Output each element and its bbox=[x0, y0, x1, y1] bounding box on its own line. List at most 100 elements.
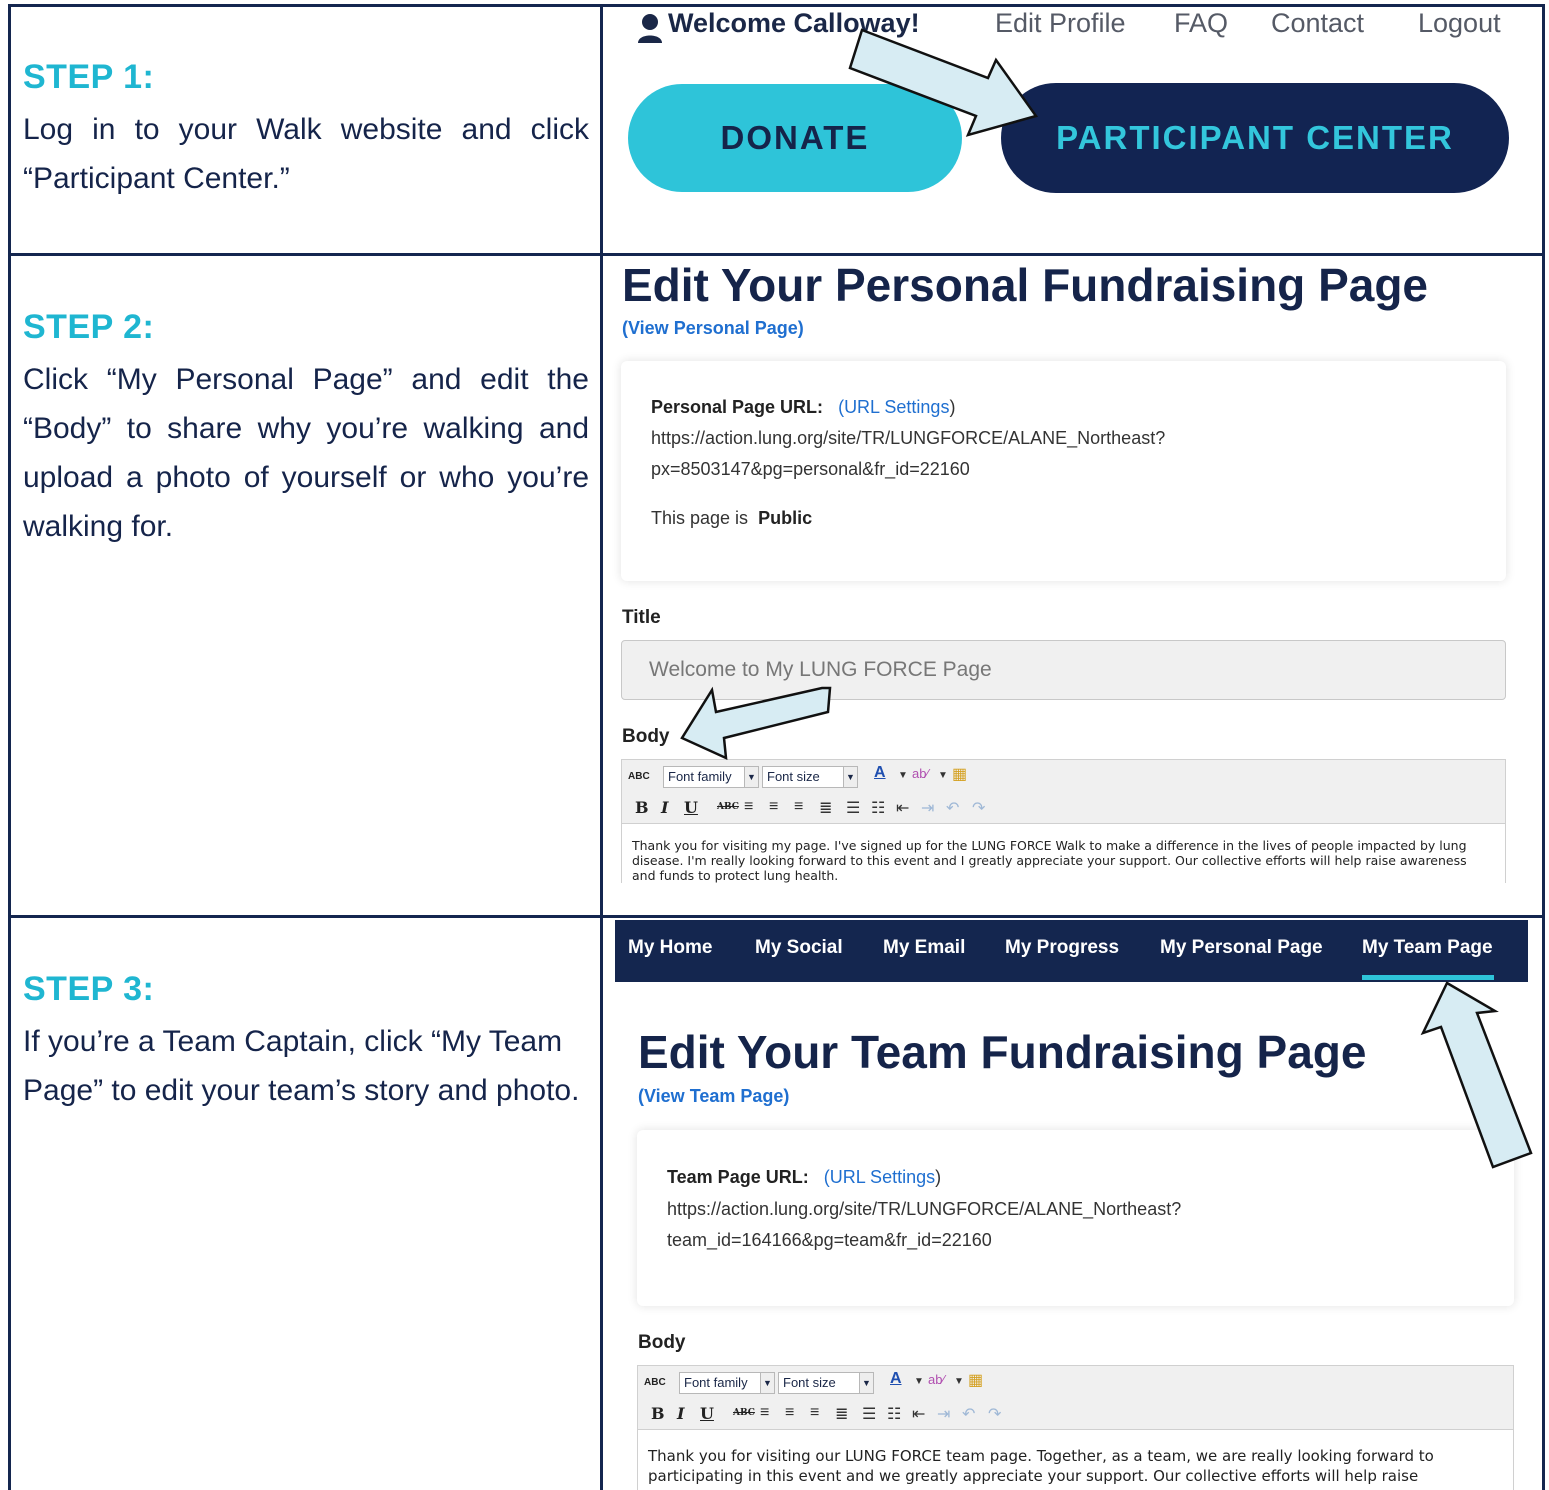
user-icon bbox=[638, 14, 662, 43]
step-3-title: STEP 3: bbox=[23, 970, 155, 1008]
personal-body-editor[interactable]: ABC Font family ▼ Font size ▼ A ▼ ab⁄ ▼ ▦ … bbox=[621, 759, 1506, 883]
outdent-icon[interactable]: ⇤ bbox=[896, 798, 909, 818]
site-top-nav: Welcome Calloway! Edit Profile FAQ Conta… bbox=[636, 8, 1526, 48]
spellcheck-icon[interactable]: ABC bbox=[644, 1377, 666, 1399]
step-1-title: STEP 1: bbox=[23, 58, 155, 96]
step-1: STEP 1: Log in to your Walk website and … bbox=[23, 58, 589, 203]
logout-link[interactable]: Logout bbox=[1418, 8, 1501, 39]
editor-toolbar-row-1: ABC Font family ▼ Font size ▼ A ▼ ab⁄ ▼ ▦ bbox=[638, 1366, 1513, 1400]
chevron-down-icon[interactable]: ▼ bbox=[954, 1376, 964, 1387]
align-left-icon[interactable]: ≡ bbox=[760, 1404, 769, 1422]
number-list-icon[interactable]: ☷ bbox=[871, 798, 885, 818]
font-size-value: Font size bbox=[783, 1375, 836, 1390]
team-url-row: Team Page URL: (URL Settings) bbox=[667, 1167, 941, 1188]
view-team-page-link[interactable]: (View Team Page) bbox=[638, 1086, 789, 1107]
url-settings-paren-close: ) bbox=[949, 397, 956, 417]
column-divider bbox=[600, 4, 603, 1490]
highlight-icon[interactable]: ab⁄ bbox=[928, 1372, 945, 1387]
justify-icon[interactable]: ≣ bbox=[835, 1404, 848, 1424]
undo-icon[interactable]: ↶ bbox=[946, 798, 959, 818]
visibility-row: This page is Public bbox=[651, 508, 812, 529]
align-left-icon[interactable]: ≡ bbox=[744, 798, 753, 816]
row-divider-1 bbox=[8, 253, 1545, 256]
faq-link[interactable]: FAQ bbox=[1174, 8, 1228, 39]
step-2-title: STEP 2: bbox=[23, 308, 155, 346]
redo-icon[interactable]: ↷ bbox=[988, 1404, 1001, 1424]
highlight-icon[interactable]: ab⁄ bbox=[912, 766, 929, 781]
italic-button[interactable]: I bbox=[661, 798, 668, 817]
personal-body-text[interactable]: Thank you for visiting my page. I've sig… bbox=[632, 838, 1491, 883]
tab-my-team-page[interactable]: My Team Page bbox=[1362, 937, 1493, 959]
visibility-value: Public bbox=[758, 508, 813, 528]
team-url-line-1: https://action.lung.org/site/TR/LUNGFORC… bbox=[667, 1199, 1182, 1219]
personal-url-line-2: px=8503147&pg=personal&fr_id=22160 bbox=[651, 459, 970, 479]
outdent-icon[interactable]: ⇤ bbox=[912, 1404, 925, 1424]
spellcheck-icon[interactable]: ABC bbox=[628, 771, 650, 793]
indent-icon[interactable]: ⇥ bbox=[937, 1404, 950, 1424]
underline-button[interactable]: U bbox=[684, 798, 698, 817]
bullet-list-icon[interactable]: ☰ bbox=[846, 798, 860, 818]
italic-button[interactable]: I bbox=[677, 1404, 684, 1423]
bold-button[interactable]: B bbox=[635, 798, 649, 817]
tab-my-progress[interactable]: My Progress bbox=[1005, 937, 1119, 959]
redo-icon[interactable]: ↷ bbox=[972, 798, 985, 818]
paste-word-icon[interactable]: ▦ bbox=[952, 764, 967, 784]
chevron-down-icon: ▼ bbox=[744, 767, 758, 787]
donate-button[interactable]: DONATE bbox=[628, 84, 962, 192]
justify-icon[interactable]: ≣ bbox=[819, 798, 832, 818]
paste-word-icon[interactable]: ▦ bbox=[968, 1370, 983, 1390]
participant-center-button[interactable]: PARTICIPANT CENTER bbox=[1001, 83, 1509, 193]
chevron-down-icon: ▼ bbox=[760, 1373, 774, 1393]
font-color-icon[interactable]: A bbox=[874, 764, 886, 782]
font-family-select[interactable]: Font family ▼ bbox=[663, 766, 759, 788]
align-center-icon[interactable]: ≡ bbox=[785, 1404, 794, 1422]
team-body-editor[interactable]: ABC Font family ▼ Font size ▼ A ▼ ab⁄ ▼ ▦ … bbox=[637, 1365, 1514, 1490]
personal-url-row: Personal Page URL: (URL Settings) bbox=[651, 397, 955, 418]
align-right-icon[interactable]: ≡ bbox=[810, 1404, 819, 1422]
view-personal-page-link[interactable]: (View Personal Page) bbox=[622, 318, 804, 339]
personal-url-line-1: https://action.lung.org/site/TR/LUNGFORC… bbox=[651, 428, 1166, 448]
team-url-label: Team Page URL: bbox=[667, 1167, 809, 1187]
align-center-icon[interactable]: ≡ bbox=[769, 798, 778, 816]
number-list-icon[interactable]: ☷ bbox=[887, 1404, 901, 1424]
team-body-label: Body bbox=[638, 1332, 686, 1353]
strikethrough-button[interactable]: ABC bbox=[733, 1408, 755, 1418]
undo-icon[interactable]: ↶ bbox=[962, 1404, 975, 1424]
tab-my-personal-page[interactable]: My Personal Page bbox=[1160, 937, 1323, 959]
chevron-down-icon[interactable]: ▼ bbox=[914, 1376, 924, 1387]
editor-toolbar-row-2: B I U ABC ≡ ≡ ≡ ≣ ☰ ☷ ⇤ ⇥ ↶ ↷ bbox=[622, 794, 1505, 824]
chevron-down-icon[interactable]: ▼ bbox=[898, 770, 908, 781]
tab-my-social[interactable]: My Social bbox=[755, 937, 843, 959]
active-tab-indicator bbox=[1362, 975, 1494, 980]
font-size-select[interactable]: Font size ▼ bbox=[762, 766, 858, 788]
personal-url-card: Personal Page URL: (URL Settings) https:… bbox=[621, 361, 1506, 581]
edit-profile-link[interactable]: Edit Profile bbox=[995, 8, 1126, 39]
bullet-list-icon[interactable]: ☰ bbox=[862, 1404, 876, 1424]
align-right-icon[interactable]: ≡ bbox=[794, 798, 803, 816]
font-size-select[interactable]: Font size ▼ bbox=[778, 1372, 874, 1394]
step-1-text: Log in to your Walk website and click “P… bbox=[23, 113, 589, 195]
chevron-down-icon: ▼ bbox=[859, 1373, 873, 1393]
strikethrough-button[interactable]: ABC bbox=[717, 802, 739, 812]
participant-center-tabs: My Home My Social My Email My Progress M… bbox=[615, 920, 1528, 982]
team-url-line-2: team_id=164166&pg=team&fr_id=22160 bbox=[667, 1230, 992, 1250]
team-url-settings-link[interactable]: URL Settings bbox=[830, 1167, 935, 1187]
font-color-icon[interactable]: A bbox=[890, 1370, 902, 1388]
welcome-link[interactable]: Welcome Calloway! bbox=[668, 8, 920, 39]
font-family-select[interactable]: Font family ▼ bbox=[679, 1372, 775, 1394]
url-settings-link[interactable]: URL Settings bbox=[844, 397, 949, 417]
title-input[interactable] bbox=[621, 640, 1506, 700]
bold-button[interactable]: B bbox=[651, 1404, 665, 1423]
team-body-text[interactable]: Thank you for visiting our LUNG FORCE te… bbox=[648, 1446, 1499, 1486]
personal-url-label: Personal Page URL: bbox=[651, 397, 824, 417]
step-3: STEP 3: If you’re a Team Captain, click … bbox=[23, 970, 589, 1115]
tab-my-email[interactable]: My Email bbox=[883, 937, 965, 959]
contact-link[interactable]: Contact bbox=[1271, 8, 1364, 39]
indent-icon[interactable]: ⇥ bbox=[921, 798, 934, 818]
body-label: Body bbox=[622, 726, 670, 747]
step-3-text: If you’re a Team Captain, click “My Team… bbox=[23, 1025, 580, 1107]
underline-button[interactable]: U bbox=[700, 1404, 714, 1423]
step-2: STEP 2: Click “My Personal Page” and edi… bbox=[23, 308, 589, 551]
tab-my-home[interactable]: My Home bbox=[628, 937, 712, 959]
chevron-down-icon[interactable]: ▼ bbox=[938, 770, 948, 781]
